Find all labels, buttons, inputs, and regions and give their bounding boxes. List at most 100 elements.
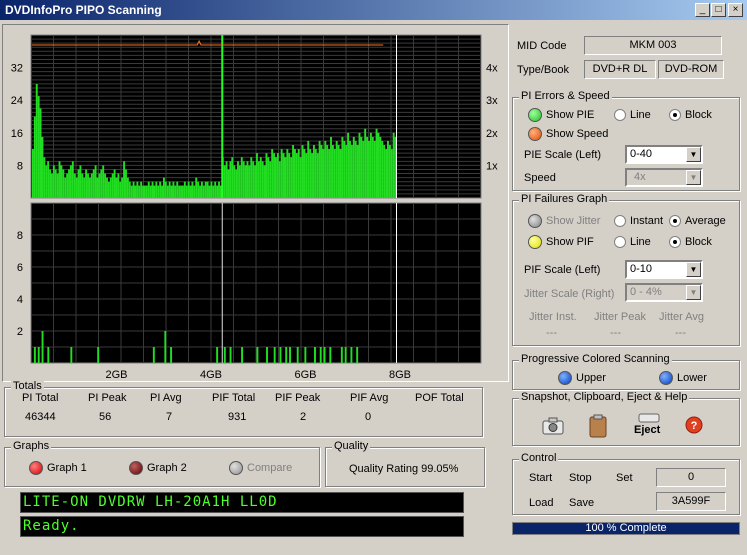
pie-bar: [244, 165, 247, 198]
show-pif-label[interactable]: Show PIF: [546, 236, 594, 248]
status-lcd: Ready.: [20, 516, 464, 537]
maximize-button[interactable]: □: [711, 3, 726, 17]
chevron-down-icon[interactable]: ▼: [686, 285, 701, 300]
pie-bar: [335, 140, 338, 198]
pie-bar: [90, 173, 93, 198]
pie-bar: [47, 161, 50, 198]
chevron-down-icon[interactable]: ▼: [686, 147, 701, 162]
pie-bar: [320, 145, 323, 198]
average-label[interactable]: Average: [685, 215, 726, 227]
pif-scale-select[interactable]: 0-10 ▼: [625, 260, 703, 279]
pie-bar: [252, 161, 255, 198]
speed-color-icon[interactable]: [528, 127, 542, 141]
load-button[interactable]: Load: [529, 497, 553, 509]
pif-block-radio[interactable]: [669, 236, 681, 248]
pie-bar: [200, 181, 203, 198]
instant-label[interactable]: Instant: [630, 215, 663, 227]
set-button[interactable]: Set: [616, 472, 633, 484]
pie-scale-label: PIE Scale (Left): [524, 149, 602, 161]
pie-scale-value: 0-40: [630, 148, 653, 160]
pie-color-icon[interactable]: [528, 108, 542, 122]
y-tick-label: 32: [11, 63, 23, 75]
pif-scale-label: PIF Scale (Left): [524, 264, 601, 276]
pie-line-radio[interactable]: [614, 109, 626, 121]
compare-label[interactable]: Compare: [247, 462, 292, 474]
pie-bar: [111, 173, 114, 198]
minimize-button[interactable]: _: [695, 3, 710, 17]
graph2-label[interactable]: Graph 2: [147, 462, 187, 474]
pif-block-label[interactable]: Block: [685, 236, 712, 248]
eject-icon[interactable]: [638, 413, 660, 423]
pie-bar: [314, 149, 317, 198]
speed-label: Speed: [524, 172, 556, 184]
show-speed-label[interactable]: Show Speed: [546, 128, 608, 140]
show-jitter-label[interactable]: Show Jitter: [546, 215, 600, 227]
show-pie-label[interactable]: Show PIE: [546, 109, 594, 121]
lower-icon[interactable]: [659, 371, 673, 385]
y-tick-label: 2: [17, 326, 23, 338]
close-button[interactable]: ×: [728, 3, 743, 17]
pie-bar: [333, 149, 336, 198]
camera-icon[interactable]: [541, 417, 565, 435]
pie-bar: [155, 181, 158, 198]
jitter-avg-value: ---: [675, 327, 686, 339]
pif-bar: [273, 347, 276, 363]
upper-icon[interactable]: [558, 371, 572, 385]
compare-icon[interactable]: [229, 461, 243, 475]
eject-label[interactable]: Eject: [634, 424, 660, 436]
pie-bar: [373, 140, 376, 198]
value-pif-avg: 0: [365, 411, 372, 423]
pie-line-label[interactable]: Line: [630, 109, 651, 121]
instant-radio[interactable]: [614, 215, 626, 227]
pif-bar: [314, 347, 316, 363]
upper-label[interactable]: Upper: [576, 372, 606, 384]
clipboard-icon[interactable]: [588, 414, 608, 438]
jitter-color-icon[interactable]: [528, 214, 542, 228]
y-right-tick-label: 2x: [486, 128, 498, 140]
value-pif-peak: 2: [300, 411, 307, 423]
average-radio[interactable]: [669, 215, 681, 227]
pie-bar: [64, 177, 67, 198]
pie-bar: [66, 173, 69, 198]
header-pi-avg: PI Avg: [150, 392, 182, 404]
stop-button[interactable]: Stop: [569, 472, 592, 484]
value-pif-total: 931: [228, 411, 247, 423]
graph1-icon[interactable]: [29, 461, 43, 475]
pie-bar: [125, 169, 127, 198]
mid-code-field: MKM 003: [584, 36, 722, 55]
pif-bar: [340, 347, 343, 363]
speed-select[interactable]: 4x ▼: [625, 168, 703, 187]
graph1-label[interactable]: Graph 1: [47, 462, 87, 474]
lower-label[interactable]: Lower: [677, 372, 707, 384]
pie-scale-select[interactable]: 0-40 ▼: [625, 145, 703, 164]
header-pif-peak: PIF Peak: [275, 392, 321, 404]
pie-bar: [41, 136, 44, 198]
pif-line-radio[interactable]: [614, 236, 626, 248]
jitter-scale-select[interactable]: 0 - 4% ▼: [625, 283, 703, 302]
pie-bar: [187, 181, 190, 198]
pie-bar: [362, 140, 365, 198]
pie-bar: [73, 173, 76, 198]
save-button[interactable]: Save: [569, 497, 594, 509]
pie-bar: [318, 140, 321, 198]
pie-bar: [275, 157, 277, 198]
set-value-field[interactable]: 0: [656, 468, 726, 487]
chevron-down-icon[interactable]: ▼: [686, 170, 701, 185]
pie-bar: [280, 149, 283, 198]
graph2-icon[interactable]: [129, 461, 143, 475]
pie-block-label[interactable]: Block: [685, 109, 712, 121]
start-button[interactable]: Start: [529, 472, 552, 484]
pif-bar: [319, 347, 322, 363]
quality-rating: Quality Rating 99.05%: [349, 463, 459, 475]
pie-bar: [263, 165, 266, 198]
chevron-down-icon[interactable]: ▼: [686, 262, 701, 277]
help-icon[interactable]: ?: [685, 416, 703, 434]
y-tick-label: 8: [17, 230, 23, 242]
pie-bar: [56, 173, 59, 198]
pie-block-radio[interactable]: [669, 109, 681, 121]
pie-bar: [248, 165, 251, 198]
pie-bar: [140, 181, 143, 198]
pie-bar: [126, 177, 129, 198]
pif-color-icon[interactable]: [528, 235, 542, 249]
pif-line-label[interactable]: Line: [630, 236, 651, 248]
